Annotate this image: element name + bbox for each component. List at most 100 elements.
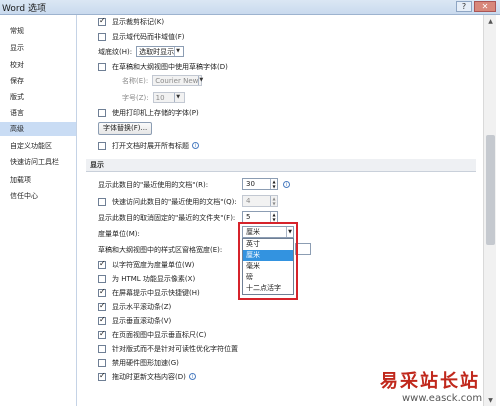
option-checkbox[interactable] [98,315,106,325]
draft-font-label: 在草稿和大纲视图中使用草稿字体(D) [112,62,228,71]
show-crop-marks-label: 显示裁剪标记(K) [112,17,165,26]
option-row[interactable]: 禁用硬件图形加速(G) [98,356,179,369]
printer-fonts-row[interactable]: 使用打印机上存储的字体(P) [98,106,199,119]
quick-access-value: 4 [246,197,251,205]
field-codes-label: 显示域代码而非域值(F) [112,32,185,41]
recent-docs-value: 30 [246,180,255,188]
quick-access-row[interactable]: 快速访问此数目的"最近使用的文档"(Q): [98,195,237,208]
sidebar-item-layout[interactable]: 版式 [0,90,76,104]
printer-fonts-checkbox[interactable] [98,108,106,117]
units-label: 度量单位(M): [98,229,140,238]
chevron-down-icon: ▼ [173,93,182,102]
expand-headings-checkbox[interactable] [98,141,106,150]
units-row: 度量单位(M): [98,227,140,240]
display-section-header: 显示 [86,159,476,172]
sidebar-item-quick-access[interactable]: 快速访问工具栏 [0,155,76,169]
font-name-select[interactable]: Courier New ▼ [152,75,204,86]
show-crop-marks-checkbox[interactable] [98,16,106,26]
sidebar-item-general[interactable]: 常规 [0,24,76,38]
expand-headings-label: 打开文档时展开所有标题 [112,141,189,150]
option-label: 显示水平滚动条(Z) [112,302,172,311]
style-width-row: 草稿和大纲视图中的样式区窗格宽度(E): [98,243,222,256]
quick-access-checkbox[interactable] [98,197,106,206]
sidebar-item-trust-center[interactable]: 信任中心 [0,189,76,203]
close-button[interactable]: ✕ [474,1,496,12]
option-checkbox[interactable] [98,371,106,381]
sidebar: 常规 显示 校对 保存 版式 语言 高级 自定义功能区 快速访问工具栏 加载项 … [0,15,77,406]
show-crop-marks-row[interactable]: 显示裁剪标记(K) [98,15,164,28]
option-checkbox[interactable] [98,287,106,297]
option-row[interactable]: 显示水平滚动条(Z) [98,300,171,313]
advanced-options-panel: 显示裁剪标记(K) 显示域代码而非域值(F) 域底纹(H): 选取时显示 ▼ 在… [80,15,480,406]
font-name-value: Courier New [155,76,199,85]
option-label: 禁用硬件图形加速(G) [112,358,179,367]
option-label: 为 HTML 功能显示像素(X) [112,274,196,283]
draft-font-row[interactable]: 在草稿和大纲视图中使用草稿字体(D) [98,60,228,73]
window-controls: ? ✕ [456,1,496,12]
sidebar-item-display[interactable]: 显示 [0,41,76,55]
option-label: 在页面视图中显示垂直标尺(C) [112,330,207,339]
option-checkbox[interactable] [98,329,106,339]
font-size-value: 10 [155,93,165,102]
sidebar-item-proofing[interactable]: 校对 [0,58,76,72]
spinner-arrows-icon[interactable]: ▲ ▼ [270,212,277,222]
recent-docs-label: 显示此数目的"最近使用的文档"(R): [98,180,209,189]
vertical-scrollbar[interactable]: ▲ ▼ [483,15,496,406]
unpinned-folders-label: 显示此数目的取消固定的"最近的文件夹"(F): [98,213,236,222]
option-checkbox[interactable] [98,301,106,311]
option-row[interactable]: 针对版式而不是针对可读性优化字符位置 [98,342,238,355]
sidebar-item-save[interactable]: 保存 [0,74,76,88]
watermark: 易采站长站 www.easck.com [380,367,495,406]
quick-access-spinner[interactable]: 4 ▲ ▼ [242,195,278,207]
info-icon: i [283,181,290,188]
watermark-text: 易采站长站 [380,371,480,392]
chevron-down-icon: ▼ [174,47,181,56]
sidebar-item-customize-ribbon[interactable]: 自定义功能区 [0,139,76,153]
scroll-up-icon[interactable]: ▲ [485,16,496,27]
field-shading-label: 域底纹(H): [98,47,133,56]
chevron-down-icon: ▼ [198,76,204,85]
font-name-label: 名称(E): [122,76,149,85]
help-button[interactable]: ? [456,1,472,12]
expand-headings-row[interactable]: 打开文档时展开所有标题 i [98,139,199,152]
font-size-row: 字号(Z): 10 ▼ [122,91,185,104]
font-name-row: 名称(E): Courier New ▼ [122,74,204,87]
field-codes-checkbox[interactable] [98,32,106,41]
spinner-arrows-icon[interactable]: ▲ ▼ [270,196,277,206]
option-row[interactable]: 拖动时更新文档内容(D) i [98,370,196,383]
option-label: 以字符宽度为度量单位(W) [112,260,195,269]
recent-docs-spinner[interactable]: 30 ▲ ▼ [242,178,278,190]
option-row[interactable]: 在屏幕提示中显示快捷键(H) [98,286,200,299]
highlight-box [238,222,298,300]
window-title: Word 选项 [2,4,46,14]
option-label: 针对版式而不是针对可读性优化字符位置 [112,344,238,353]
sidebar-item-language[interactable]: 语言 [0,106,76,120]
options-dialog: 常规 显示 校对 保存 版式 语言 高级 自定义功能区 快速访问工具栏 加载项 … [0,14,500,406]
option-row[interactable]: 以字符宽度为度量单位(W) [98,258,194,271]
field-shading-value: 选取时显示 [139,47,175,56]
field-shading-select[interactable]: 选取时显示 ▼ [136,46,185,57]
option-row[interactable]: 为 HTML 功能显示像素(X) [98,272,195,285]
option-checkbox[interactable] [98,274,106,283]
sidebar-item-advanced[interactable]: 高级 [0,122,76,136]
font-size-label: 字号(Z): [122,93,149,102]
option-checkbox[interactable] [98,344,106,353]
option-label: 拖动时更新文档内容(D) [112,372,186,381]
watermark-url: www.easck.com [402,393,483,404]
spinner-arrows-icon[interactable]: ▲ ▼ [270,179,277,189]
info-icon: i [192,142,199,149]
sidebar-item-addins[interactable]: 加载项 [0,173,76,187]
quick-access-label: 快速访问此数目的"最近使用的文档"(Q): [112,197,237,206]
font-substitution-button[interactable]: 字体替换(F)... [98,122,153,135]
font-size-select[interactable]: 10 ▼ [152,92,185,103]
info-icon: i [188,373,196,380]
option-row[interactable]: 显示垂直滚动条(V) [98,314,171,327]
option-checkbox[interactable] [98,358,106,367]
draft-font-checkbox[interactable] [98,62,106,71]
option-row[interactable]: 在页面视图中显示垂直标尺(C) [98,328,206,341]
field-codes-row[interactable]: 显示域代码而非域值(F) [98,30,185,43]
option-checkbox[interactable] [98,259,106,269]
scroll-thumb[interactable] [486,135,495,245]
option-label: 在屏幕提示中显示快捷键(H) [112,288,200,297]
printer-fonts-label: 使用打印机上存储的字体(P) [112,108,199,117]
